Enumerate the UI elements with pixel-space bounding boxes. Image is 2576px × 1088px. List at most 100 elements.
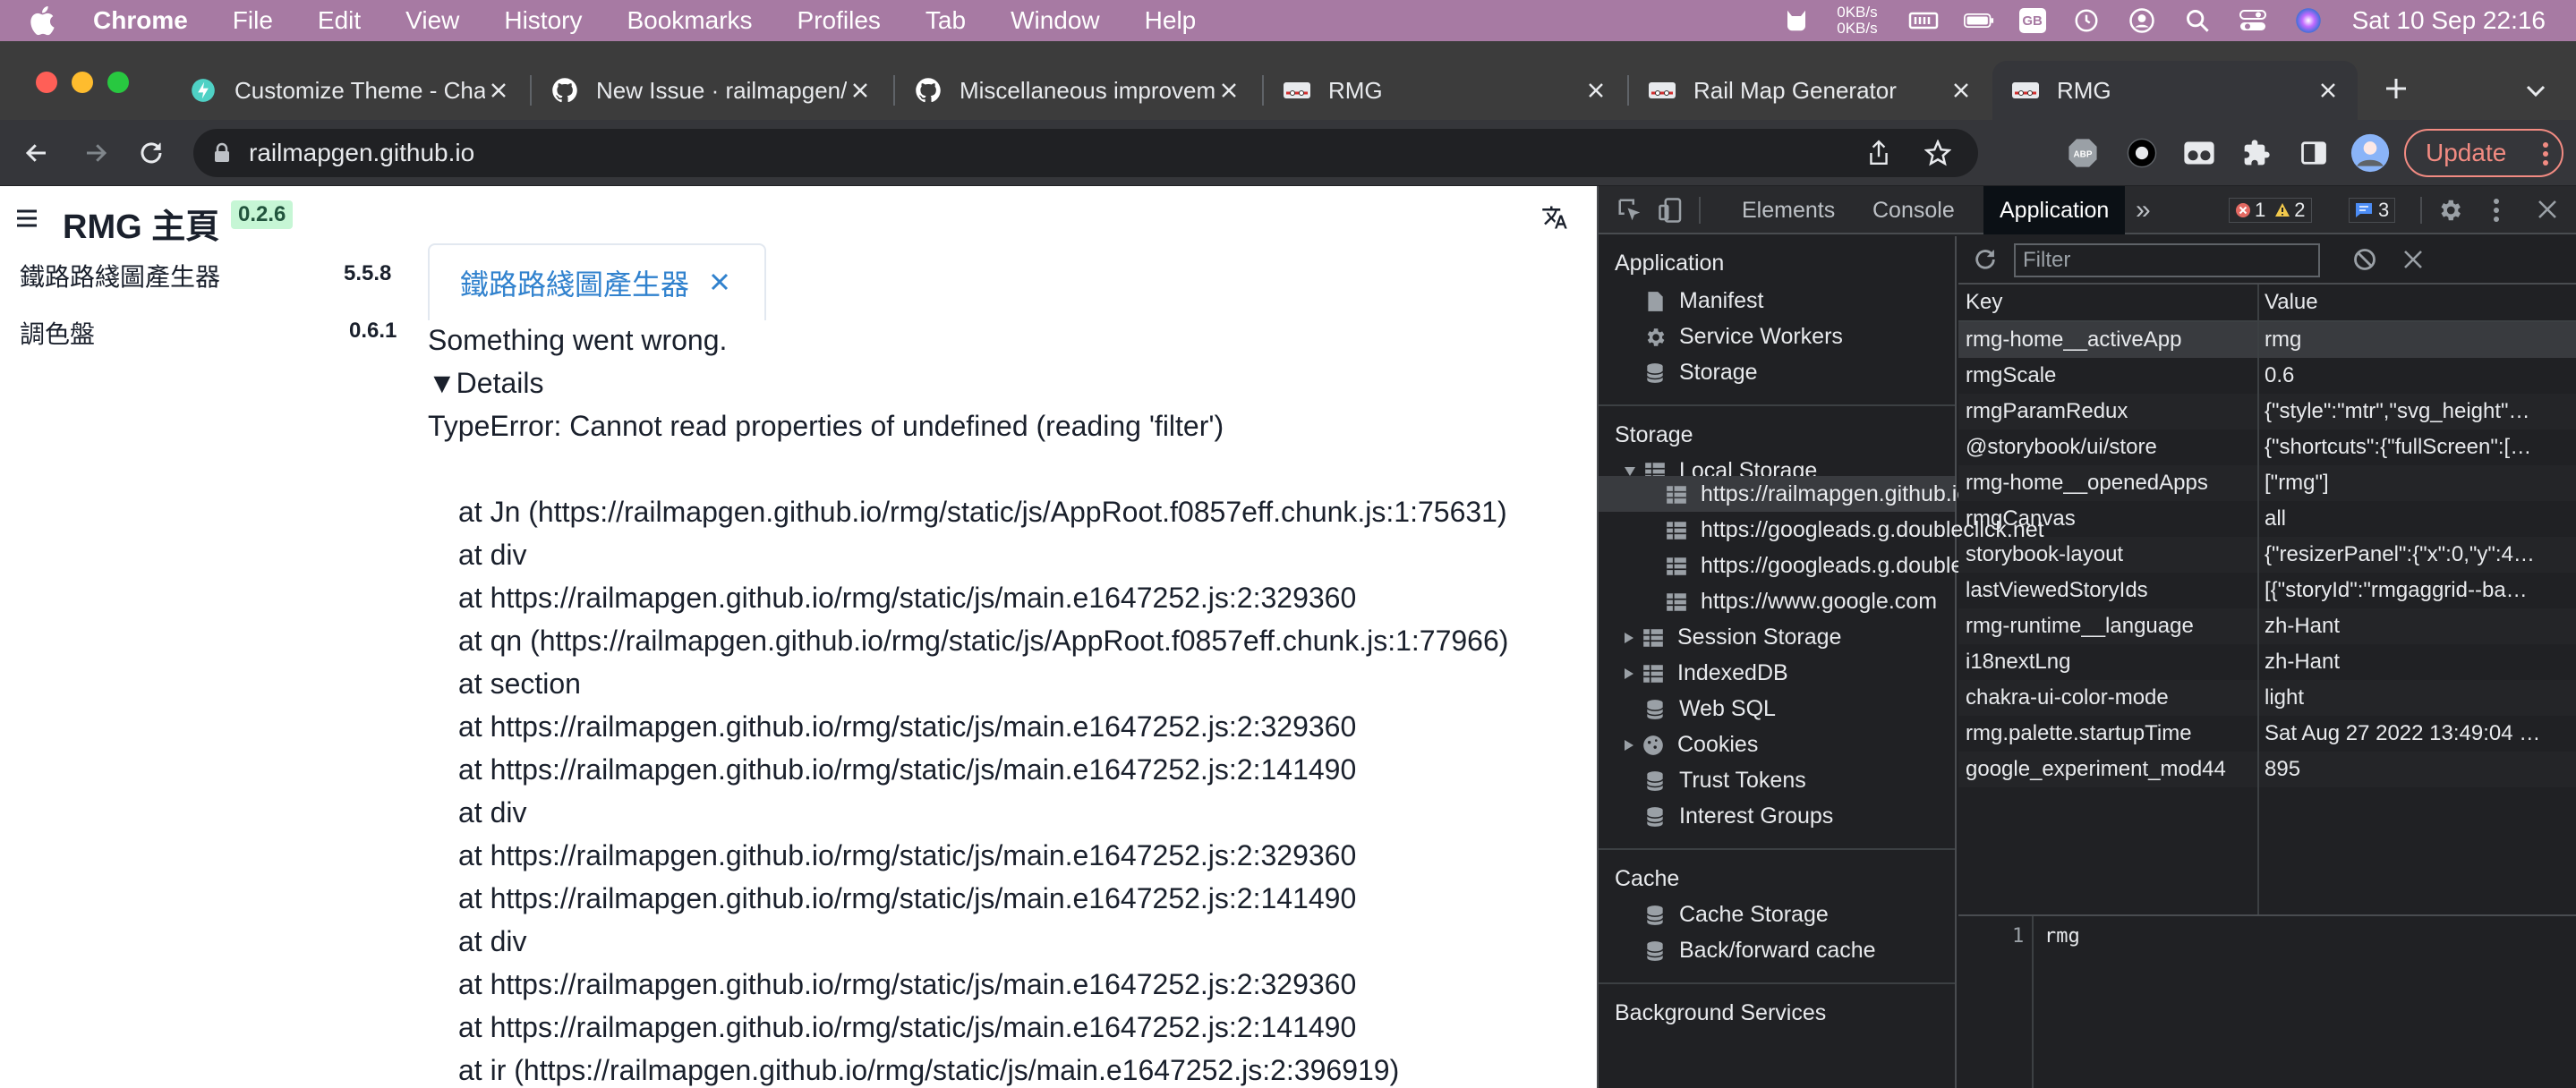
bookmark-star-icon[interactable]: [1924, 140, 1951, 166]
tab-rail-map-generator[interactable]: Rail Map Generator: [1629, 61, 1991, 120]
table-row[interactable]: rmg-home__activeApp rmg: [1958, 322, 2576, 358]
window-close-button[interactable]: [36, 72, 57, 93]
tab-rmg-1[interactable]: RMG: [1264, 61, 1625, 120]
column-header-value[interactable]: Value: [2257, 285, 2576, 320]
sidebar-origin-google[interactable]: https://www.google.com: [1665, 589, 1937, 615]
control-center-icon[interactable]: [2238, 5, 2268, 36]
spotlight-search-icon[interactable]: [2182, 5, 2213, 36]
menu-app-name[interactable]: Chrome: [93, 6, 188, 35]
sidebar-item-trust-tokens[interactable]: Trust Tokens: [1643, 768, 1806, 794]
window-zoom-button[interactable]: [107, 72, 129, 93]
glasses-extension-icon[interactable]: [2182, 136, 2216, 170]
column-header-key[interactable]: Key: [1958, 285, 2257, 320]
sidebar-item-storage[interactable]: Storage: [1643, 360, 1758, 386]
tab-misc-improvements[interactable]: Miscellaneous improvements: [895, 61, 1258, 120]
preview-value[interactable]: rmg: [2044, 925, 2080, 948]
memory-icon[interactable]: [1908, 5, 1939, 36]
menu-history[interactable]: History: [504, 6, 582, 35]
filter-input[interactable]: Filter: [2014, 243, 2320, 277]
menu-clock[interactable]: Sat 10 Sep 22:16: [2352, 6, 2546, 35]
close-tab-icon[interactable]: [2315, 77, 2341, 104]
table-row[interactable]: @storybook/ui/store {"shortcuts":{"fullSc…: [1958, 429, 2576, 465]
menu-tab[interactable]: Tab: [925, 6, 966, 35]
table-row[interactable]: rmgScale 0.6: [1958, 358, 2576, 394]
refresh-icon[interactable]: [1973, 247, 1998, 272]
open-app-tab[interactable]: 鐵路路綫圖產生器: [428, 243, 766, 320]
sidebar-item-manifest[interactable]: Manifest: [1643, 288, 1763, 314]
table-row[interactable]: rmgCanvas all: [1958, 501, 2576, 537]
error-counter[interactable]: 1 2: [2229, 198, 2312, 223]
address-bar[interactable]: railmapgen.github.io: [193, 129, 1978, 177]
time-machine-icon[interactable]: [2071, 5, 2102, 36]
close-icon[interactable]: [709, 271, 732, 294]
input-source-icon[interactable]: GB: [2018, 8, 2046, 33]
sidebar-item-service-workers[interactable]: Service Workers: [1643, 324, 1843, 350]
side-panel-icon[interactable]: [2297, 136, 2331, 170]
user-icon[interactable]: [2127, 5, 2157, 36]
menu-file[interactable]: File: [233, 6, 273, 35]
menu-window[interactable]: Window: [1011, 6, 1100, 35]
tab-search-chevron-icon[interactable]: [2519, 73, 2553, 107]
sidebar-origin-railmapgen[interactable]: https://railmapgen.github.io: [1665, 481, 1969, 507]
menu-bookmarks[interactable]: Bookmarks: [627, 6, 752, 35]
close-tab-icon[interactable]: [847, 77, 874, 104]
table-row[interactable]: google_experiment_mod44 895: [1958, 752, 2576, 787]
menu-edit[interactable]: Edit: [318, 6, 361, 35]
table-row[interactable]: storybook-layout {"resizerPanel":{"x":0,"…: [1958, 537, 2576, 573]
sidebar-item-indexeddb[interactable]: IndexedDB: [1624, 660, 1788, 686]
devtools-kebab-icon[interactable]: [2492, 197, 2501, 224]
reload-button[interactable]: [134, 136, 168, 170]
extensions-puzzle-icon[interactable]: [2239, 136, 2273, 170]
tab-rmg-active[interactable]: RMG: [1992, 61, 2358, 120]
back-button[interactable]: [20, 136, 54, 170]
table-row[interactable]: rmg-runtime__language zh-Hant: [1958, 608, 2576, 644]
profile-avatar[interactable]: [2350, 133, 2390, 173]
close-tab-icon[interactable]: [1948, 77, 1975, 104]
window-minimize-button[interactable]: [72, 72, 93, 93]
details-toggle[interactable]: ▼Details: [428, 367, 543, 400]
tab-customize-theme[interactable]: Customize Theme - Chakra: [170, 61, 528, 120]
device-toolbar-icon[interactable]: [1658, 197, 1685, 224]
siri-icon[interactable]: [2293, 5, 2324, 36]
share-icon[interactable]: [1867, 140, 1890, 166]
table-row[interactable]: rmgParamRedux {"style":"mtr","svg_height"…: [1958, 394, 2576, 429]
network-speed[interactable]: 0KB/s 0KB/s: [1837, 4, 1877, 37]
inspect-element-icon[interactable]: [1616, 197, 1643, 224]
adblock-extension-icon[interactable]: ABP: [2066, 136, 2100, 170]
hamburger-menu-icon[interactable]: [16, 209, 38, 227]
tab-console[interactable]: Console: [1872, 186, 1955, 234]
apple-icon[interactable]: [27, 4, 61, 38]
battery-icon[interactable]: [1963, 5, 1994, 36]
close-tab-icon[interactable]: [485, 77, 512, 104]
sidebar-item-cookies[interactable]: Cookies: [1624, 732, 1758, 758]
forward-button[interactable]: [79, 136, 113, 170]
close-tab-icon[interactable]: [1215, 77, 1242, 104]
clear-all-icon[interactable]: [2352, 247, 2377, 272]
table-row[interactable]: chakra-ui-color-mode light: [1958, 680, 2576, 716]
sidebar-item-session-storage[interactable]: Session Storage: [1624, 625, 1841, 650]
sidebar-item-interest-groups[interactable]: Interest Groups: [1643, 803, 1833, 829]
table-row[interactable]: rmg.palette.startupTime Sat Aug 27 2022 1…: [1958, 716, 2576, 752]
settings-gear-icon[interactable]: [2436, 197, 2463, 224]
nav-item-palette[interactable]: 調色盤: [20, 315, 95, 351]
delete-selected-icon[interactable]: [2402, 249, 2424, 270]
sidebar-item-web-sql[interactable]: Web SQL: [1643, 696, 1776, 722]
message-counter[interactable]: 3: [2349, 198, 2396, 223]
more-tabs-icon[interactable]: »: [2136, 186, 2151, 234]
lock-icon[interactable]: [213, 142, 231, 164]
dark-extension-icon[interactable]: [2125, 136, 2159, 170]
table-row[interactable]: i18nextLng zh-Hant: [1958, 644, 2576, 680]
tab-elements[interactable]: Elements: [1742, 186, 1835, 234]
tab-application[interactable]: Application: [1983, 186, 2126, 234]
cat-icon[interactable]: [1781, 5, 1812, 36]
new-tab-button[interactable]: [2379, 72, 2413, 106]
translate-icon[interactable]: [1541, 204, 1568, 231]
table-row[interactable]: lastViewedStoryIds [{"storyId":"rmgaggrid…: [1958, 573, 2576, 608]
menu-profiles[interactable]: Profiles: [798, 6, 881, 35]
menu-help[interactable]: Help: [1145, 6, 1197, 35]
update-chrome-button[interactable]: Update: [2404, 129, 2563, 177]
close-tab-icon[interactable]: [1582, 77, 1609, 104]
sidebar-item-cache-storage[interactable]: Cache Storage: [1643, 902, 1829, 928]
devtools-close-icon[interactable]: [2537, 199, 2558, 220]
sidebar-item-back-forward-cache[interactable]: Back/forward cache: [1643, 938, 1876, 964]
